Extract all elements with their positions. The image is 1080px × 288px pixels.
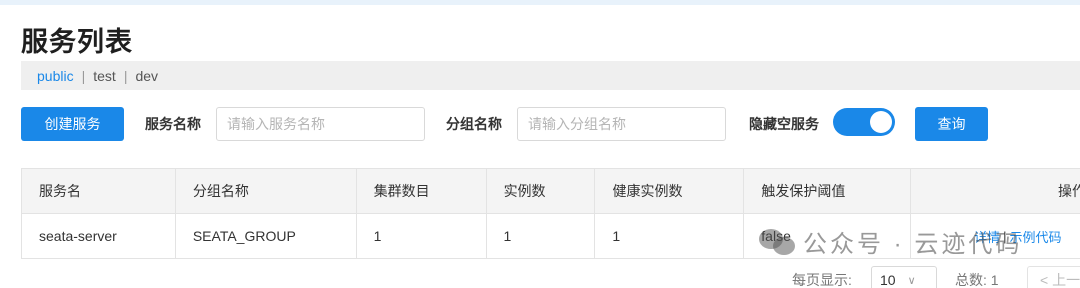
sample-code-link[interactable]: 示例代码 <box>1010 227 1062 246</box>
total-count: 总数: 1 <box>955 272 999 288</box>
cell-actions: 详情 | 示例代码 <box>911 214 1080 258</box>
cell-instances: 1 <box>487 214 596 258</box>
service-name-label: 服务名称 <box>145 116 201 132</box>
service-table: 服务名 分组名称 集群数目 实例数 健康实例数 触发保护阈值 操作 seata-… <box>21 168 1080 259</box>
column-header-threshold: 触发保护阈值 <box>744 169 912 213</box>
per-page-label: 每页显示: <box>792 272 852 288</box>
cell-threshold: false <box>744 214 912 258</box>
prev-page-button[interactable]: < 上一 <box>1027 266 1080 288</box>
service-name-input[interactable] <box>216 107 425 141</box>
namespace-dev[interactable]: dev <box>135 68 158 84</box>
column-header-actions: 操作 <box>911 169 1080 213</box>
namespace-public[interactable]: public <box>37 68 74 84</box>
column-header-instances: 实例数 <box>487 169 596 213</box>
action-separator: | <box>1003 228 1007 244</box>
query-button[interactable]: 查询 <box>915 107 988 141</box>
toggle-knob <box>870 111 892 133</box>
group-name-label: 分组名称 <box>446 116 502 132</box>
column-header-service: 服务名 <box>22 169 176 213</box>
details-link[interactable]: 详情 <box>974 227 1000 246</box>
hide-empty-toggle[interactable] <box>833 108 895 136</box>
column-header-actions-label: 操作 <box>1058 183 1080 199</box>
page-title: 服务列表 <box>21 27 133 57</box>
cell-clusters: 1 <box>357 214 487 258</box>
hide-empty-label: 隐藏空服务 <box>749 116 819 132</box>
column-header-clusters: 集群数目 <box>357 169 487 213</box>
namespace-test[interactable]: test <box>93 68 116 84</box>
cell-group: SEATA_GROUP <box>176 214 357 258</box>
table-header: 服务名 分组名称 集群数目 实例数 健康实例数 触发保护阈值 操作 <box>22 169 1080 214</box>
top-info-strip <box>0 0 1080 5</box>
namespace-separator: | <box>81 67 86 84</box>
column-header-healthy: 健康实例数 <box>595 169 745 213</box>
create-service-button[interactable]: 创建服务 <box>21 107 124 141</box>
per-page-select[interactable]: 10 ∨ <box>871 266 937 288</box>
table-row: seata-server SEATA_GROUP 1 1 1 false 详情 … <box>22 214 1080 259</box>
group-name-input[interactable] <box>517 107 726 141</box>
per-page-value: 10 <box>880 272 896 288</box>
chevron-down-icon: ∨ <box>907 274 916 287</box>
namespace-bar: public | test | dev <box>21 61 1080 90</box>
namespace-separator: | <box>123 67 128 84</box>
column-header-group: 分组名称 <box>176 169 357 213</box>
cell-service: seata-server <box>22 214 176 258</box>
cell-healthy: 1 <box>595 214 745 258</box>
